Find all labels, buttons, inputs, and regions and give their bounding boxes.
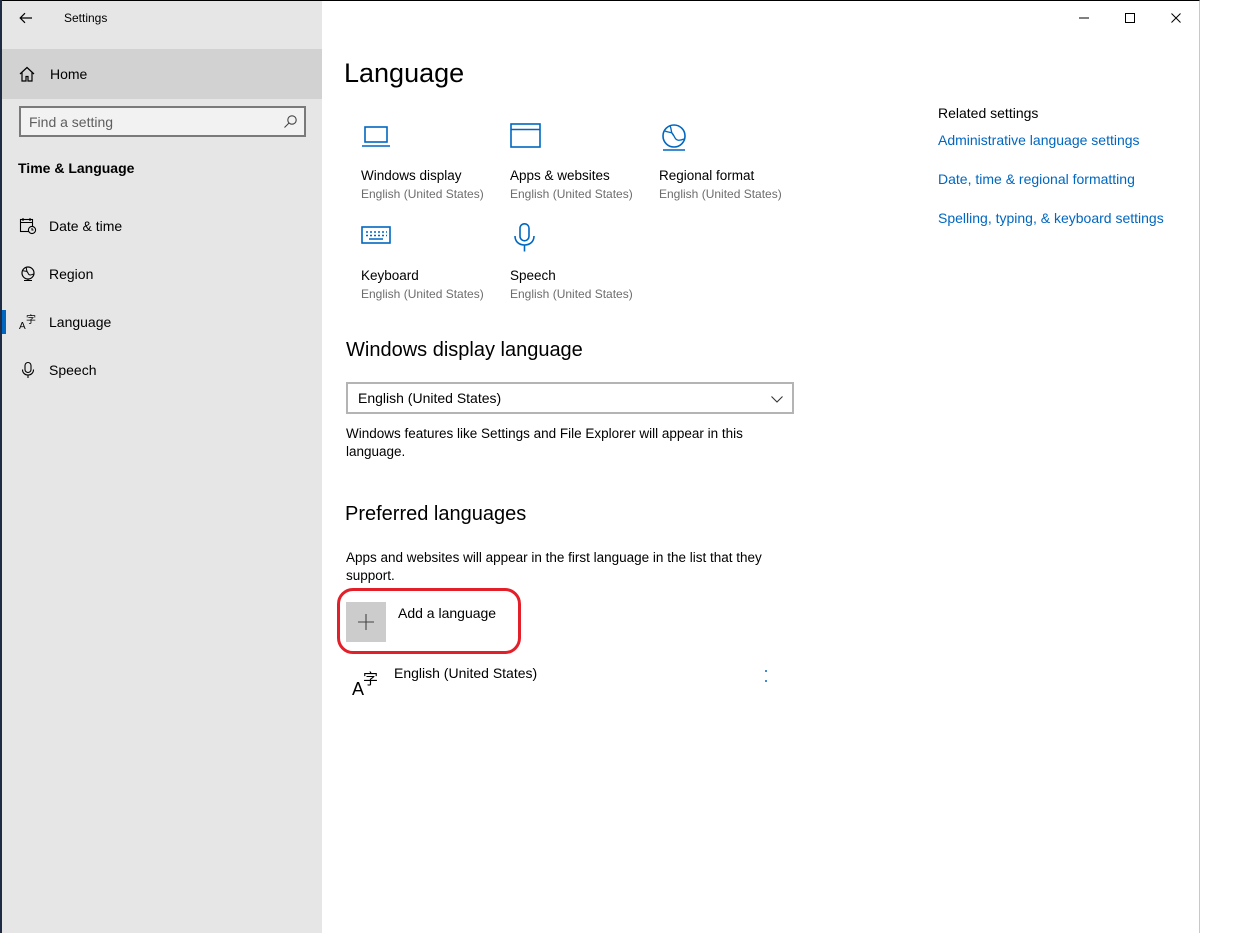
microphone-icon [21, 361, 35, 378]
settings-window: Settings Home Time & Language Date & t [2, 0, 1200, 933]
tile-regional-format[interactable]: Regional format English (United States) [659, 123, 799, 213]
preferred-languages-heading: Preferred languages [345, 503, 527, 525]
related-settings-heading: Related settings [938, 105, 1039, 121]
microphone-icon [514, 223, 535, 252]
sidebar-item-language[interactable]: A 字 Language [2, 302, 322, 342]
globe-icon [21, 266, 35, 282]
main-content: Language Windows display English (United… [322, 1, 1200, 933]
tile-windows-display[interactable]: Windows display English (United States) [361, 123, 501, 213]
svg-text:A: A [19, 321, 26, 331]
tile-speech[interactable]: Speech English (United States) [510, 223, 650, 313]
add-language-button[interactable]: Add a language [346, 602, 496, 642]
search-icon[interactable] [282, 114, 298, 130]
language-icon: A 字 [19, 313, 36, 331]
display-language-heading: Windows display language [346, 339, 583, 361]
related-settings: Related settings Administrative language… [938, 105, 1198, 226]
tile-subtext: English (United States) [361, 287, 484, 301]
language-name: English (United States) [394, 665, 538, 681]
tile-subtext: English (United States) [361, 187, 484, 201]
home-icon [19, 66, 35, 82]
tile-subtext: English (United States) [510, 287, 633, 301]
tile-subtext: English (United States) [659, 187, 782, 201]
chevron-down-icon [771, 396, 783, 403]
tile-name: Speech [510, 268, 556, 283]
svg-text:字: 字 [26, 313, 36, 326]
tile-name: Windows display [361, 168, 462, 183]
app-title: Settings [64, 11, 108, 25]
search-input[interactable] [29, 112, 269, 132]
calendar-clock-icon [19, 218, 37, 235]
titlebar: Settings [2, 1, 322, 35]
dropdown-value: English (United States) [358, 390, 502, 406]
more-options-icon[interactable] [762, 669, 770, 683]
language-list-item[interactable]: A 字 English (United States) [346, 661, 776, 705]
link-spelling-typing-keyboard[interactable]: Spelling, typing, & keyboard settings [938, 210, 1164, 226]
tile-name: Keyboard [361, 268, 419, 283]
link-date-time-regional[interactable]: Date, time & regional formatting [938, 171, 1135, 187]
sidebar-home-label: Home [50, 66, 88, 82]
link-administrative-language[interactable]: Administrative language settings [938, 132, 1140, 148]
tile-name: Apps & websites [510, 168, 610, 183]
sidebar-item-label: Language [49, 314, 112, 330]
display-language-description: Windows features like Settings and File … [346, 426, 743, 459]
section-title: Time & Language [18, 160, 135, 176]
tile-subtext: English (United States) [510, 187, 633, 201]
tile-name: Regional format [659, 168, 755, 183]
tile-keyboard[interactable]: Keyboard English (United States) [361, 223, 501, 313]
plus-icon [346, 602, 386, 642]
sidebar-home[interactable]: Home [2, 49, 322, 99]
browser-window-icon [510, 123, 541, 148]
sidebar: Settings Home Time & Language Date & t [2, 1, 322, 933]
tile-apps-websites[interactable]: Apps & websites English (United States) [510, 123, 650, 213]
monitor-icon [362, 126, 390, 147]
active-indicator [2, 310, 6, 334]
page-title: Language [344, 58, 465, 88]
preferred-languages-description: Apps and websites will appear in the fir… [346, 550, 762, 583]
sidebar-item-label: Date & time [49, 218, 123, 234]
sidebar-item-region[interactable]: Region [2, 254, 322, 294]
back-arrow-icon [19, 12, 32, 24]
back-button[interactable] [12, 5, 40, 31]
globe-settings-icon [662, 124, 686, 151]
sidebar-item-date-time[interactable]: Date & time [2, 206, 322, 246]
search-box [19, 106, 306, 137]
sidebar-item-label: Region [49, 266, 94, 282]
display-language-dropdown[interactable]: English (United States) [346, 382, 794, 414]
sidebar-item-speech[interactable]: Speech [2, 350, 322, 390]
keyboard-icon [361, 226, 391, 244]
svg-text:字: 字 [363, 670, 378, 688]
sidebar-item-label: Speech [49, 362, 97, 378]
add-language-label: Add a language [398, 605, 497, 621]
language-icon: A 字 [352, 670, 378, 699]
